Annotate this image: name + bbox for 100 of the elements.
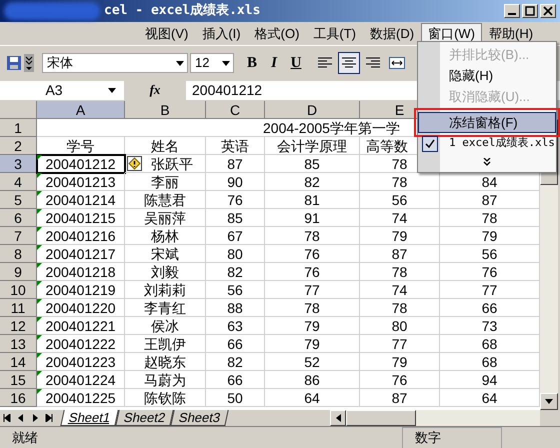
table-cell: 侯冰 [125, 317, 206, 335]
table-cell: 64 [265, 389, 360, 407]
row-header[interactable]: 1 [0, 119, 37, 137]
column-header[interactable]: B [125, 101, 206, 119]
save-icon[interactable] [6, 55, 22, 71]
table-cell: 81 [265, 191, 360, 209]
scrollbar-thumb[interactable] [346, 410, 416, 426]
underline-button[interactable]: U [286, 53, 306, 73]
table-cell: 82 [206, 263, 265, 281]
table-cell: 87 [360, 389, 440, 407]
row-header[interactable]: 2 [0, 137, 37, 155]
sheet-title: 2004-2005学年第一学 [263, 120, 400, 136]
close-button[interactable] [540, 4, 556, 18]
table-cell: 200401219 [37, 281, 125, 299]
table-cell: 79 [265, 317, 360, 335]
row-header[interactable]: 3 [0, 155, 37, 173]
menu-item[interactable]: 工具(T) [306, 22, 364, 44]
row-header[interactable]: 13 [0, 335, 37, 353]
table-cell: 200401223 [37, 353, 125, 371]
row-header[interactable]: 9 [0, 263, 37, 281]
table-cell: 刘毅 [125, 263, 206, 281]
last-arrow-icon [45, 414, 53, 422]
row-header[interactable]: 8 [0, 245, 37, 263]
table-cell: 79 [360, 227, 440, 245]
menu-item[interactable]: 帮助(H) [482, 22, 540, 44]
down-arrow-icon [545, 399, 553, 404]
menu-item[interactable]: 数据(D) [363, 22, 422, 44]
left-arrow-icon [17, 414, 25, 422]
toolbar-options-icon[interactable] [24, 54, 34, 72]
table-cell: 78 [360, 299, 440, 317]
row-header[interactable]: 16 [0, 389, 37, 407]
sheet-tab[interactable]: Sheet2 [116, 410, 174, 426]
status-text: 就绪 [12, 429, 39, 447]
name-box[interactable]: A3 [0, 80, 124, 100]
close-icon [543, 6, 553, 16]
table-cell: 200401217 [37, 245, 125, 263]
table-cell: 91 [265, 209, 360, 227]
row-header[interactable]: 7 [0, 227, 37, 245]
sheet-tab[interactable]: Sheet1 [60, 410, 119, 426]
scroll-left-button[interactable] [330, 410, 346, 426]
italic-button[interactable]: I [264, 53, 284, 73]
table-cell: 82 [265, 173, 360, 191]
table-cell: 200401224 [37, 371, 125, 389]
table-cell: 52 [265, 353, 360, 371]
table-cell: 66 [206, 335, 265, 353]
maximize-button[interactable] [522, 4, 538, 18]
table-cell: 200401225 [37, 389, 125, 407]
table-cell: 200401212 [37, 155, 125, 173]
column-header[interactable]: C [206, 101, 265, 119]
table-cell: 80 [206, 245, 265, 263]
table-cell: 85 [206, 209, 265, 227]
menu-item[interactable]: 插入(I) [195, 22, 248, 44]
table-cell: 79 [265, 335, 360, 353]
table-cell: 宋斌 [125, 245, 206, 263]
table-cell: 50 [206, 389, 265, 407]
size-field[interactable]: 12 [190, 53, 234, 73]
table-cell: 英语 [206, 137, 265, 155]
bold-button[interactable]: B [242, 53, 262, 73]
expand-menu-icon[interactable] [483, 158, 491, 166]
row-header[interactable]: 6 [0, 209, 37, 227]
menu-item[interactable]: 视图(V) [138, 22, 196, 44]
align-right-icon [366, 57, 380, 69]
horizontal-scrollbar[interactable] [330, 410, 540, 426]
table-cell: 56 [206, 281, 265, 299]
table-cell: 200401221 [37, 317, 125, 335]
row-header[interactable]: 12 [0, 317, 37, 335]
column-header[interactable]: A [37, 101, 125, 119]
scroll-down-button[interactable] [540, 393, 558, 410]
warning-icon[interactable] [127, 156, 142, 171]
table-cell: 王凯伊 [125, 335, 206, 353]
table-cell: 陈钦陈 [125, 389, 206, 407]
table-cell: 李青红 [125, 299, 206, 317]
table-cell: 200401214 [37, 191, 125, 209]
table-cell: 82 [206, 353, 265, 371]
table-cell: 86 [265, 371, 360, 389]
right-arrow-icon [31, 414, 39, 422]
align-center-button[interactable] [338, 52, 360, 74]
select-all-corner[interactable] [0, 101, 37, 119]
table-cell: 76 [265, 245, 360, 263]
row-header[interactable]: 14 [0, 353, 37, 371]
table-cell: 78 [360, 263, 440, 281]
function-label[interactable]: fx [124, 80, 186, 100]
row-header[interactable]: 11 [0, 299, 37, 317]
row-header[interactable]: 4 [0, 173, 37, 191]
table-cell: 学号 [37, 137, 125, 155]
menu-item[interactable]: 格式(O) [248, 22, 306, 44]
dropdown-icon [222, 60, 230, 66]
table-cell: 88 [206, 299, 265, 317]
merge-icon [389, 57, 405, 69]
dropdown-icon [108, 88, 116, 92]
column-header[interactable]: D [265, 101, 360, 119]
table-cell: 74 [360, 281, 440, 299]
row-header[interactable]: 10 [0, 281, 37, 299]
minimize-button[interactable] [504, 4, 520, 18]
table-cell: 张跃平 [125, 155, 206, 173]
font-field[interactable]: 宋体 [42, 53, 188, 73]
align-center-icon [342, 57, 356, 69]
sheet-tab[interactable]: Sheet3 [170, 410, 230, 426]
row-header[interactable]: 15 [0, 371, 37, 389]
row-header[interactable]: 5 [0, 191, 37, 209]
